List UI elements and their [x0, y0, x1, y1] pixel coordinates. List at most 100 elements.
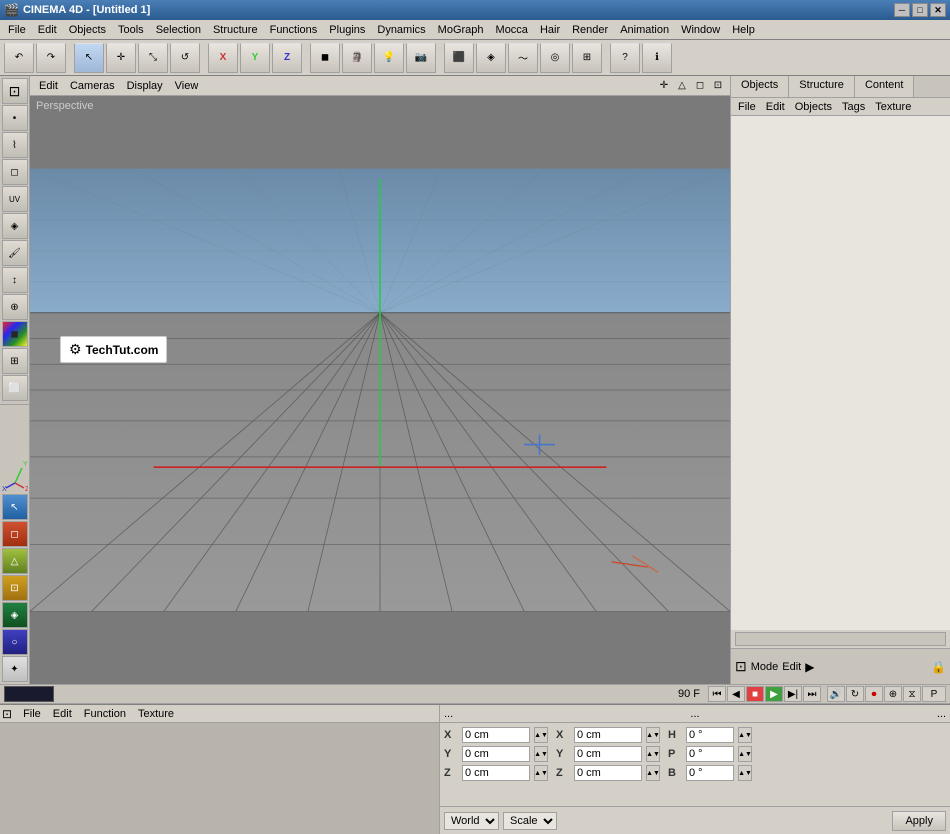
- rp-file-menu[interactable]: File: [733, 100, 761, 114]
- coord-z-size[interactable]: [574, 765, 642, 781]
- tool-g-btn[interactable]: ✦: [2, 656, 28, 682]
- coord-y-size[interactable]: [574, 746, 642, 762]
- tl-end-btn[interactable]: ⏭: [803, 686, 821, 702]
- paint-btn[interactable]: ◼: [2, 321, 28, 347]
- menu-item-window[interactable]: Window: [675, 22, 726, 38]
- apply-button[interactable]: Apply: [892, 811, 946, 831]
- close-button[interactable]: ✕: [930, 3, 946, 17]
- tool-c-btn[interactable]: △: [2, 548, 28, 574]
- vp-icon-triangle[interactable]: △: [674, 78, 690, 94]
- vp-icon-fullscreen[interactable]: ⊡: [710, 78, 726, 94]
- tl-loop-btn[interactable]: ↻: [846, 686, 864, 702]
- coord-h-spin[interactable]: ▲▼: [738, 727, 752, 743]
- y-axis-button[interactable]: Y: [240, 43, 270, 73]
- z-axis-button[interactable]: Z: [272, 43, 302, 73]
- array-button[interactable]: ⊞: [572, 43, 602, 73]
- coord-b-val[interactable]: [686, 765, 734, 781]
- nurbs-button[interactable]: ◎: [540, 43, 570, 73]
- menu-item-render[interactable]: Render: [566, 22, 614, 38]
- edges-mode-btn[interactable]: ⌇: [2, 132, 28, 158]
- object-mgr-btn[interactable]: ⬜: [2, 375, 28, 401]
- brush-tool-btn[interactable]: 🖌: [2, 240, 28, 266]
- mat-file-menu[interactable]: File: [18, 707, 46, 721]
- coord-p-spin[interactable]: ▲▼: [738, 746, 752, 762]
- tl-start-btn[interactable]: ⏮: [708, 686, 726, 702]
- uv-mode-btn[interactable]: UV: [2, 186, 28, 212]
- vp-cameras-menu[interactable]: Cameras: [65, 79, 120, 93]
- tl-play-btn[interactable]: ▶: [765, 686, 783, 702]
- coord-b-spin[interactable]: ▲▼: [738, 765, 752, 781]
- mode-select-btn[interactable]: ⊡: [2, 78, 28, 104]
- coord-x-spin[interactable]: ▲▼: [534, 727, 548, 743]
- menu-item-structure[interactable]: Structure: [207, 22, 264, 38]
- select-tool-button[interactable]: ↖: [74, 43, 104, 73]
- maximize-button[interactable]: □: [912, 3, 928, 17]
- menu-item-functions[interactable]: Functions: [264, 22, 324, 38]
- menu-item-file[interactable]: File: [2, 22, 32, 38]
- spline-button[interactable]: 〜: [508, 43, 538, 73]
- rotate-tool-button[interactable]: ↺: [170, 43, 200, 73]
- coord-z-pos[interactable]: [462, 765, 530, 781]
- redo-button[interactable]: ↷: [36, 43, 66, 73]
- vp-icon-square[interactable]: ◻: [692, 78, 708, 94]
- rp-texture-menu[interactable]: Texture: [870, 100, 916, 114]
- subdivide-button[interactable]: ⬛: [444, 43, 474, 73]
- menu-item-animation[interactable]: Animation: [614, 22, 675, 38]
- tool-f-btn[interactable]: ○: [2, 629, 28, 655]
- vp-view-menu[interactable]: View: [170, 79, 204, 93]
- snap-btn[interactable]: ⊞: [2, 348, 28, 374]
- tl-next-btn[interactable]: ▶|: [784, 686, 802, 702]
- undo-button[interactable]: ↶: [4, 43, 34, 73]
- coord-z-spin[interactable]: ▲▼: [534, 765, 548, 781]
- current-frame-input[interactable]: 0 F: [4, 686, 54, 702]
- tl-marker-btn[interactable]: ⧖: [903, 686, 921, 702]
- coord-x-size-spin[interactable]: ▲▼: [646, 727, 660, 743]
- coord-y-spin[interactable]: ▲▼: [534, 746, 548, 762]
- coord-z-size-spin[interactable]: ▲▼: [646, 765, 660, 781]
- move-btn[interactable]: ↕: [2, 267, 28, 293]
- mat-texture-menu[interactable]: Texture: [133, 707, 179, 721]
- tl-stop-btn[interactable]: ■: [746, 686, 764, 702]
- coord-p-val[interactable]: [686, 746, 734, 762]
- coord-y-size-spin[interactable]: ▲▼: [646, 746, 660, 762]
- world-select[interactable]: World: [444, 812, 499, 830]
- menu-item-selection[interactable]: Selection: [150, 22, 207, 38]
- scale-tool-button[interactable]: ⤡: [138, 43, 168, 73]
- poly-mode-btn[interactable]: ◻: [2, 159, 28, 185]
- model-mode-btn[interactable]: ◈: [2, 213, 28, 239]
- info-button[interactable]: ℹ: [642, 43, 672, 73]
- help-button[interactable]: ?: [610, 43, 640, 73]
- tool-a-btn[interactable]: ↖: [2, 494, 28, 520]
- menu-item-dynamics[interactable]: Dynamics: [371, 22, 431, 38]
- tab-content[interactable]: Content: [855, 76, 915, 97]
- tl-record-btn[interactable]: ⏺: [865, 686, 883, 702]
- right-panel-scrollbar[interactable]: [735, 632, 946, 646]
- figure-button[interactable]: 🗿: [342, 43, 372, 73]
- coord-y-pos[interactable]: [462, 746, 530, 762]
- menu-item-hair[interactable]: Hair: [534, 22, 566, 38]
- vp-display-menu[interactable]: Display: [122, 79, 168, 93]
- vp-icon-move[interactable]: ✛: [656, 78, 672, 94]
- camera-button[interactable]: 📷: [406, 43, 436, 73]
- cube-button[interactable]: ◼: [310, 43, 340, 73]
- menu-item-tools[interactable]: Tools: [112, 22, 150, 38]
- tab-structure[interactable]: Structure: [789, 76, 855, 97]
- rp-objects-menu[interactable]: Objects: [790, 100, 837, 114]
- menu-item-help[interactable]: Help: [726, 22, 761, 38]
- tl-keyframe-btn[interactable]: ⊕: [884, 686, 902, 702]
- deformer-button[interactable]: ◈: [476, 43, 506, 73]
- minimize-button[interactable]: ─: [894, 3, 910, 17]
- light-button[interactable]: 💡: [374, 43, 404, 73]
- transform-btn[interactable]: ⊕: [2, 294, 28, 320]
- menu-item-objects[interactable]: Objects: [63, 22, 112, 38]
- coord-h-val[interactable]: [686, 727, 734, 743]
- tool-e-btn[interactable]: ◈: [2, 602, 28, 628]
- tool-d-btn[interactable]: ⊡: [2, 575, 28, 601]
- tl-fps-btn[interactable]: P: [922, 686, 946, 702]
- rp-tags-menu[interactable]: Tags: [837, 100, 870, 114]
- vp-edit-menu[interactable]: Edit: [34, 79, 63, 93]
- menu-item-plugins[interactable]: Plugins: [323, 22, 371, 38]
- tab-objects[interactable]: Objects: [731, 76, 789, 97]
- coord-x-size[interactable]: [574, 727, 642, 743]
- x-axis-button[interactable]: X: [208, 43, 238, 73]
